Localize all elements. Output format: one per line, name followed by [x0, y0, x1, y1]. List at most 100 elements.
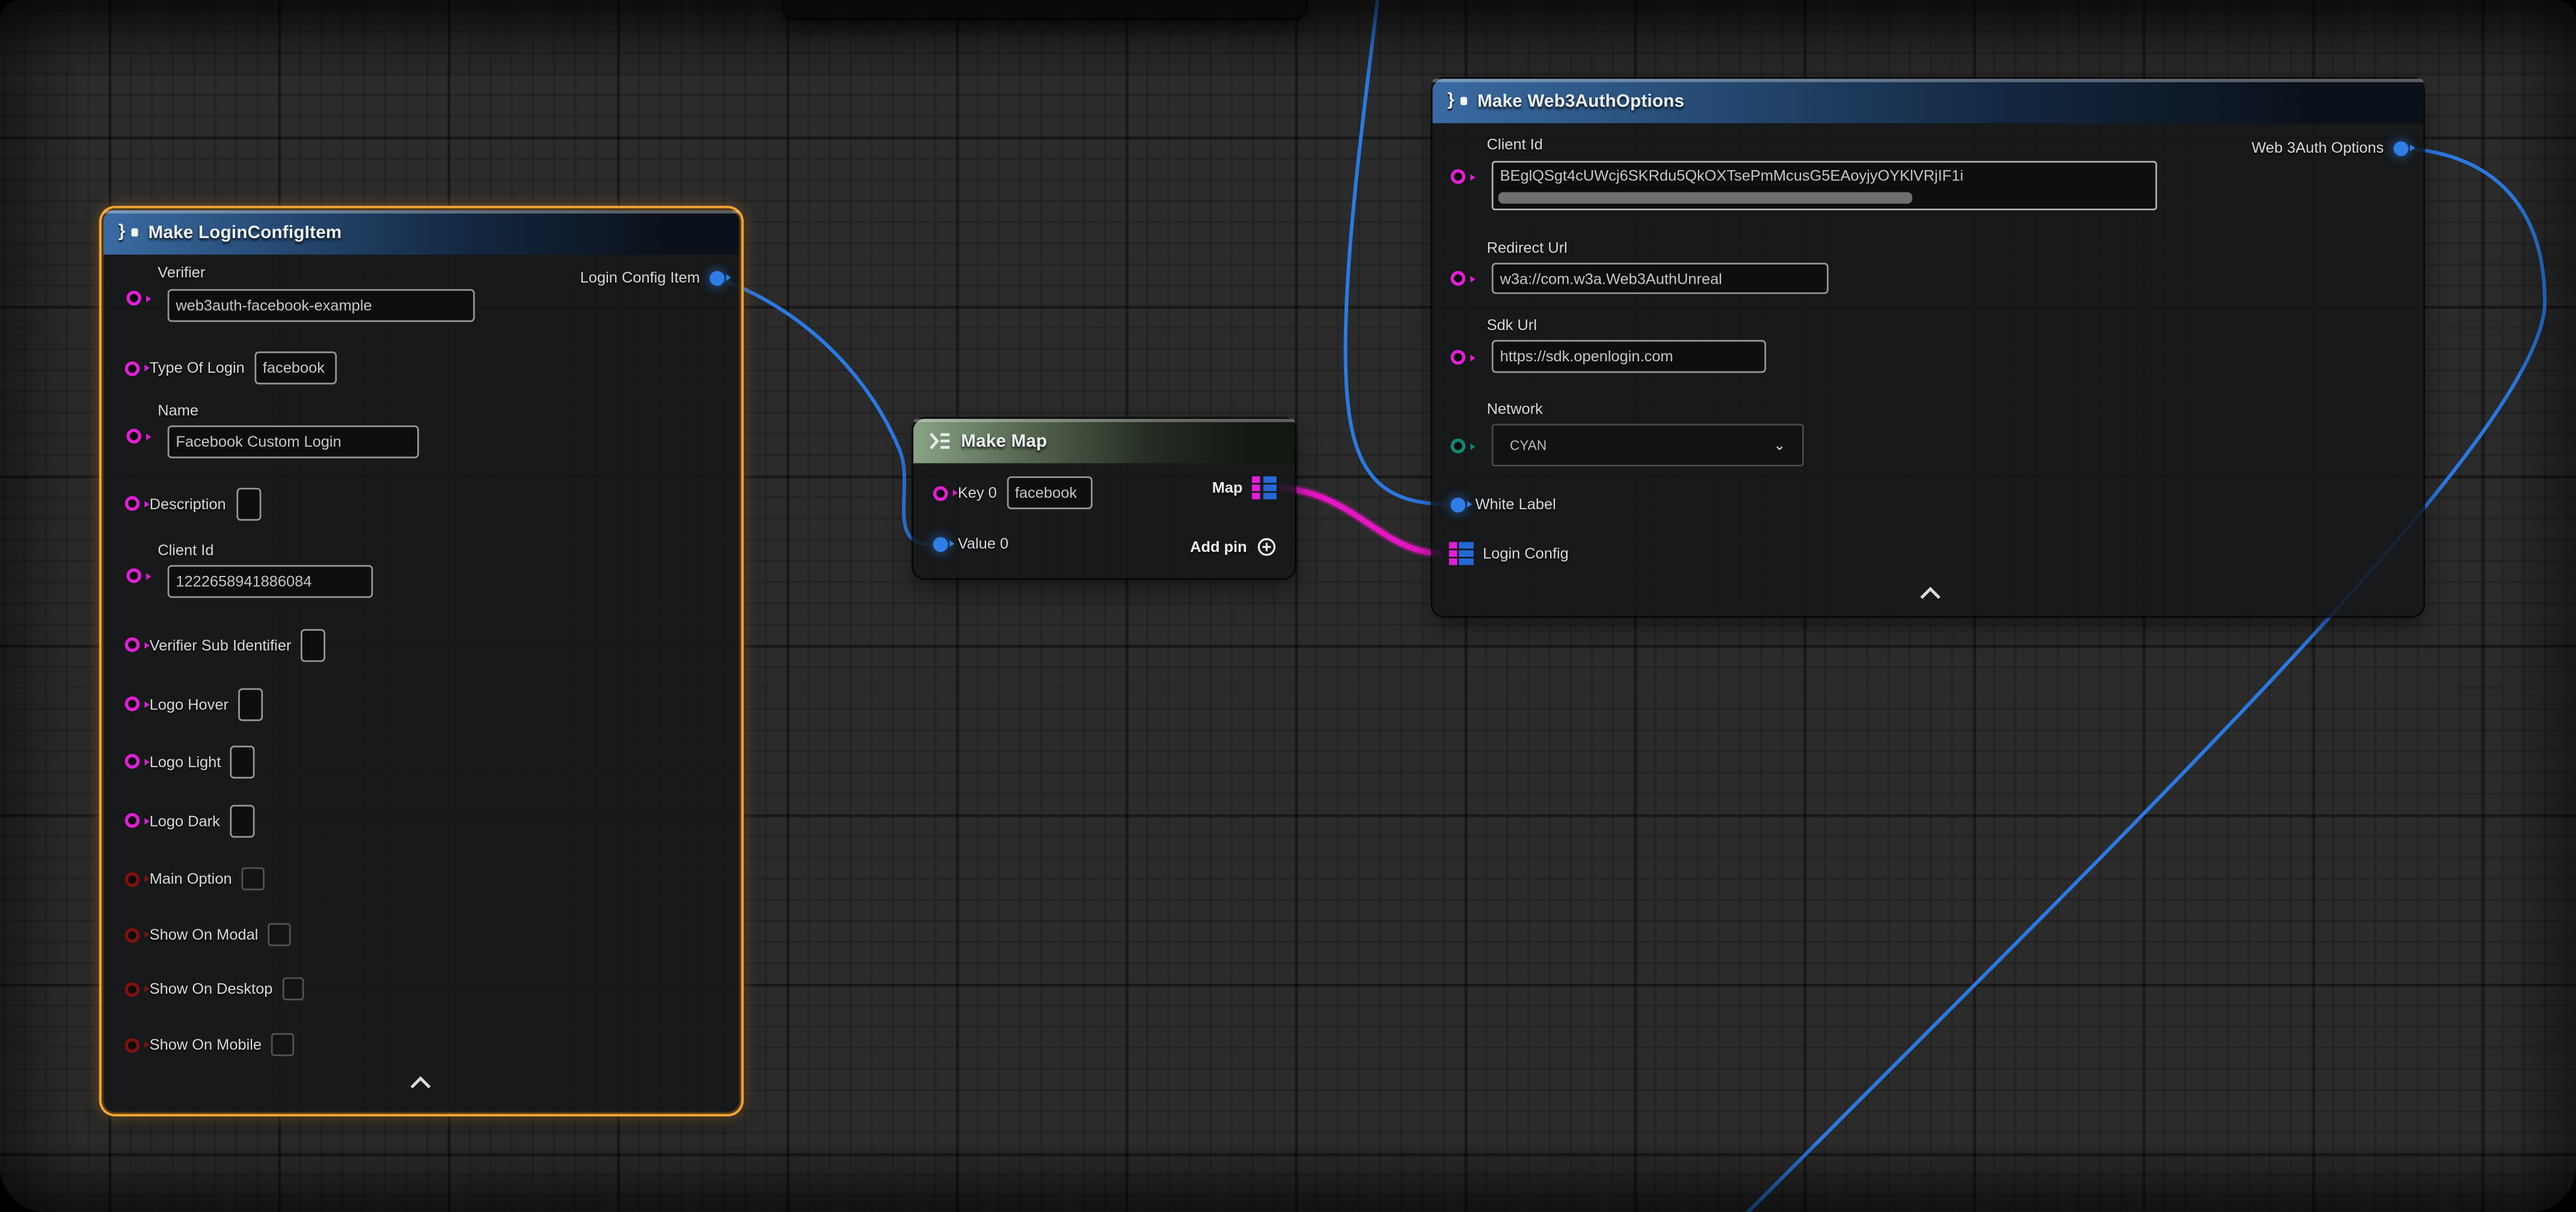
pin-logo-hover[interactable]	[125, 696, 140, 711]
pin-client-id[interactable]	[126, 568, 141, 583]
pin-label-client-id: Client Id	[158, 542, 213, 559]
login-config-map-pin-icon[interactable]	[1449, 542, 1473, 566]
pin-label-client-id: Client Id	[1487, 136, 1543, 153]
collapse-chevron-button[interactable]	[402, 1073, 438, 1092]
pin-client-id[interactable]	[1450, 169, 1465, 184]
pin-label-network: Network	[1487, 401, 1543, 417]
pin-row-white-label: White Label	[1450, 491, 1556, 518]
node-header[interactable]: } Make Web3AuthOptions	[1432, 79, 2423, 123]
client-id-input[interactable]: 1222658941886084	[168, 565, 373, 598]
output-label: Web 3Auth Options	[2252, 139, 2384, 156]
pin-login-config-item-output[interactable]	[710, 270, 725, 285]
pin-label-show-on-mobile: Show On Mobile	[150, 1036, 262, 1053]
output-label-map: Map	[1212, 480, 1243, 496]
verifier-input[interactable]: web3auth-facebook-example	[168, 289, 475, 322]
name-input[interactable]: Facebook Custom Login	[168, 426, 419, 459]
output-row-map: Map	[1212, 475, 1277, 501]
make-struct-icon: }	[1447, 92, 1455, 110]
pin-label-description: Description	[150, 495, 226, 512]
node-make-web3authoptions[interactable]: } Make Web3AuthOptions Web 3Auth Options…	[1432, 79, 2423, 616]
pin-row-logo-hover: Logo Hover	[125, 687, 263, 721]
pin-network[interactable]	[1450, 438, 1465, 453]
pin-label-logo-light: Logo Light	[150, 753, 221, 770]
pin-label-key0: Key 0	[958, 485, 997, 501]
wire-loginconfigitem-to-value0[interactable]	[716, 278, 928, 544]
chevron-up-icon	[1919, 586, 1942, 599]
pin-row-value0: Value 0	[933, 530, 1008, 557]
pin-web3auth-options-output[interactable]	[2394, 141, 2409, 156]
pin-name[interactable]	[126, 429, 141, 444]
pin-row-show-on-desktop: Show On Desktop	[125, 976, 305, 1002]
network-selected-value: CYAN	[1510, 437, 1547, 453]
pin-label-show-on-desktop: Show On Desktop	[150, 981, 273, 997]
make-struct-icon: }	[118, 224, 126, 242]
wire-top-to-whitelabel[interactable]	[1346, 0, 1444, 504]
collapse-chevron-button[interactable]	[1912, 583, 1948, 603]
pin-label-redirect-url: Redirect Url	[1487, 240, 1568, 256]
description-input[interactable]	[236, 487, 260, 520]
pin-logo-dark[interactable]	[125, 813, 140, 828]
pin-label-value0: Value 0	[958, 536, 1008, 552]
client-id-input[interactable]: BEglQSgt4cUWcj6SKRdu5QkOXTsePmMcusG5EAoy…	[1492, 161, 2157, 210]
pin-redirect-url[interactable]	[1450, 271, 1465, 286]
pin-key0[interactable]	[933, 485, 948, 500]
logo-light-input[interactable]	[231, 745, 256, 778]
add-pin-plus-icon	[1257, 537, 1277, 557]
pin-row-verifier-sub-identifier: Verifier Sub Identifier	[125, 628, 326, 662]
logo-hover-input[interactable]	[238, 687, 263, 720]
pin-verifier-sub-identifier[interactable]	[125, 637, 140, 652]
node-header[interactable]: Make Map	[913, 419, 1295, 464]
pin-row-type-of-login: Type Of Login facebook	[125, 352, 337, 385]
pin-sdk-url[interactable]	[1450, 350, 1465, 365]
show-on-mobile-checkbox[interactable]	[271, 1033, 293, 1056]
pin-row-show-on-mobile: Show On Mobile	[125, 1032, 294, 1058]
node-make-loginconfigitem[interactable]: } Make LoginConfigItem Login Config Item…	[103, 210, 739, 1112]
pin-row-logo-light: Logo Light	[125, 744, 256, 779]
pin-label-show-on-modal: Show On Modal	[150, 926, 259, 943]
make-struct-icon-dot	[131, 228, 138, 236]
node-header[interactable]: } Make LoginConfigItem	[103, 210, 739, 255]
show-on-modal-checkbox[interactable]	[268, 923, 290, 946]
pin-row-login-config: Login Config	[1449, 540, 1569, 567]
pin-show-on-modal[interactable]	[125, 927, 140, 942]
pin-type-of-login[interactable]	[125, 361, 140, 376]
type-of-login-input[interactable]: facebook	[254, 352, 337, 385]
pin-label-verifier-sub-identifier: Verifier Sub Identifier	[150, 637, 292, 653]
make-struct-icon-dot	[1460, 97, 1467, 105]
pin-label-white-label: White Label	[1475, 496, 1556, 512]
pin-white-label[interactable]	[1450, 497, 1465, 512]
chevron-up-icon	[409, 1076, 432, 1089]
logo-dark-input[interactable]	[230, 804, 254, 837]
pin-value0[interactable]	[933, 536, 948, 551]
pin-label-type-of-login: Type Of Login	[150, 360, 245, 376]
blueprint-canvas[interactable]: } Make LoginConfigItem Login Config Item…	[0, 0, 2576, 1212]
pin-description[interactable]	[125, 496, 140, 511]
verifier-sub-identifier-input[interactable]	[301, 628, 326, 661]
show-on-desktop-checkbox[interactable]	[283, 978, 305, 1000]
node-title: Make Map	[961, 431, 1047, 451]
pin-show-on-desktop[interactable]	[125, 981, 140, 996]
add-pin-button[interactable]: Add pin	[1190, 536, 1277, 559]
redirect-url-input[interactable]: w3a://com.w3a.Web3AuthUnreal	[1492, 263, 1829, 294]
client-id-scrollbar[interactable]	[1498, 192, 1912, 203]
offscreen-node-top[interactable]	[784, 0, 1306, 18]
pin-row-show-on-modal: Show On Modal	[125, 922, 290, 948]
wire-map-to-loginconfig[interactable]	[1278, 488, 1443, 553]
network-dropdown[interactable]: CYAN ⌄	[1492, 424, 1804, 467]
main-option-checkbox[interactable]	[242, 868, 264, 890]
pin-row-main-option: Main Option	[125, 866, 264, 892]
add-pin-label: Add pin	[1190, 539, 1247, 555]
sdk-url-input[interactable]: https://sdk.openlogin.com	[1492, 340, 1766, 373]
pin-verifier[interactable]	[126, 291, 141, 306]
make-container-icon	[928, 432, 951, 450]
pin-label-name: Name	[158, 402, 198, 418]
node-make-map[interactable]: Make Map Key 0 facebook Map Value 0 Add …	[913, 419, 1295, 578]
pin-label-main-option: Main Option	[150, 871, 232, 887]
key0-input[interactable]: facebook	[1007, 476, 1092, 509]
pin-logo-light[interactable]	[125, 754, 140, 769]
pin-label-logo-hover: Logo Hover	[150, 696, 228, 712]
output-label: Login Config Item	[580, 269, 700, 286]
pin-main-option[interactable]	[125, 871, 140, 886]
pin-show-on-mobile[interactable]	[125, 1037, 140, 1052]
map-pin-icon[interactable]	[1253, 476, 1277, 500]
